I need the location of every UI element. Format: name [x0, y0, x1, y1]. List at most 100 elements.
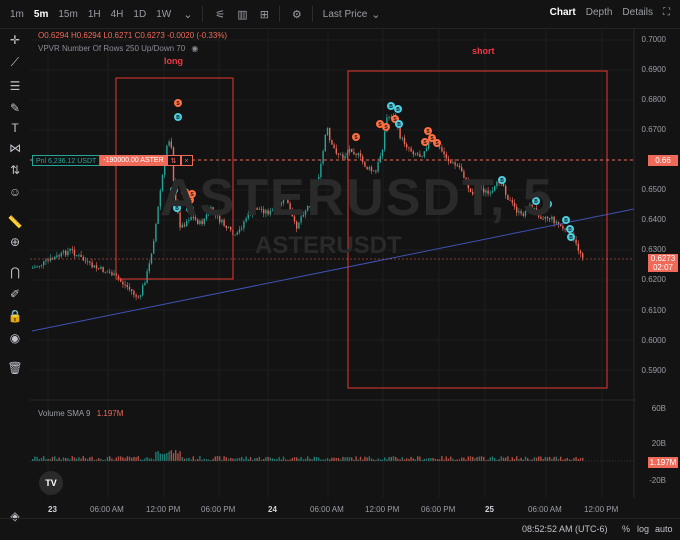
eye-icon[interactable]: ◉ [191, 44, 198, 53]
volume-bar [568, 459, 571, 461]
candle-body [241, 228, 243, 230]
lock-icon[interactable]: 🔒 [7, 308, 23, 324]
candle-body [133, 290, 135, 295]
timeframe-1m[interactable]: 1m [10, 9, 24, 20]
volume-bar [533, 457, 535, 461]
timeframe-15m[interactable]: 15m [58, 9, 77, 20]
volume-bar [403, 459, 406, 461]
symbol-watermark-sub: ASTERUSDT [255, 232, 402, 259]
tradingview-logo[interactable]: TV [39, 471, 63, 495]
volume-bar [166, 453, 168, 461]
volume-axis-label: -20B [649, 476, 666, 485]
price-chart[interactable]: SBB SSB BSSS SB BSBSSS SBB BBBB [30, 28, 636, 498]
candle-body [403, 137, 406, 145]
candle-body [56, 255, 58, 258]
volume-bar [62, 457, 65, 461]
bar-countdown: 02:07 [652, 263, 674, 272]
volume-bar [175, 450, 177, 461]
close-position-button[interactable]: × [180, 155, 193, 166]
eye-icon[interactable]: ◉ [7, 330, 23, 346]
candle-body [87, 261, 89, 263]
crosshair-icon[interactable]: ✛ [7, 32, 23, 48]
volume-bar [483, 456, 485, 461]
candle-body [399, 127, 401, 139]
chart-type-icon[interactable]: ▥ [237, 8, 247, 21]
volume-bar [300, 456, 302, 461]
horizontal-lines-icon[interactable]: ☰ [7, 78, 23, 94]
volume-bar [450, 456, 452, 461]
volume-bar [480, 456, 483, 461]
ruler-icon[interactable]: 📏 [7, 214, 23, 230]
volume-bar [507, 456, 509, 461]
timeframe-1h[interactable]: 1H [88, 9, 101, 20]
measure-icon[interactable]: ⇅ [7, 162, 23, 178]
candle-body [445, 154, 447, 159]
clock[interactable]: 08:52:52 AM (UTC-6) [522, 524, 608, 534]
reverse-button[interactable]: ⇅ [166, 155, 181, 166]
volume-bar [331, 457, 333, 461]
volume-bar [489, 457, 491, 461]
volume-bar [67, 458, 69, 461]
volume-bar [135, 457, 137, 461]
magnet-icon[interactable]: ⋂ [7, 264, 23, 280]
volume-bar [109, 456, 111, 461]
percent-toggle[interactable]: % [622, 524, 630, 534]
chevron-down-icon[interactable]: ⌄ [183, 8, 192, 21]
time-axis-label: 12:00 PM [365, 505, 400, 514]
zoom-in-icon[interactable]: ⊕ [7, 234, 23, 250]
candle-body [91, 262, 93, 268]
chevron-down-icon[interactable]: ⌄ [371, 8, 380, 21]
gear-icon[interactable]: ⚙ [292, 8, 302, 21]
emoji-icon[interactable]: ☺ [7, 184, 23, 200]
volume-bar [219, 456, 221, 461]
auto-toggle[interactable]: auto [655, 524, 673, 534]
volume-bar [397, 458, 399, 461]
vpvr-legend[interactable]: VPVR Number Of Rows 250 Up/Down 70 ◉ [38, 44, 198, 53]
candle-body [417, 153, 419, 155]
timeframe-5m[interactable]: 5m [34, 9, 48, 20]
volume-bar [208, 459, 210, 461]
trash-icon[interactable]: 🗑 [7, 360, 23, 376]
position-order-box[interactable]: Pnl 6,236.12 USDT -190000.00 ASTER ⇅ × [32, 155, 193, 166]
tab-chart[interactable]: Chart [550, 7, 576, 18]
candle-body [104, 271, 106, 273]
lock-drawing-icon[interactable]: ✐ [7, 286, 23, 302]
volume-bar [179, 451, 181, 461]
tab-details[interactable]: Details [622, 7, 653, 18]
volume-bar [216, 456, 219, 461]
order-price-tag[interactable]: 0.66 [648, 155, 678, 166]
time-axis-label: 24 [268, 505, 277, 514]
compare-icon[interactable]: ⊞ [260, 8, 269, 21]
position-qty: -190000.00 ASTER [100, 155, 167, 166]
timeframe-1d[interactable]: 1D [133, 9, 146, 20]
trend-line-icon[interactable]: ⟋ [7, 54, 23, 70]
volume-bar [168, 451, 170, 461]
volume-bar [155, 451, 157, 461]
legend-close: C0.6273 [134, 31, 165, 40]
volume-bar [414, 459, 417, 461]
volume-legend[interactable]: Volume SMA 9 1.197M [38, 409, 123, 418]
candle-body [111, 272, 113, 276]
pattern-icon[interactable]: ⋈ [7, 140, 23, 156]
indicators-icon[interactable]: ⚟ [215, 8, 225, 21]
candle-body [58, 255, 60, 257]
drawing-toolbar: ✛ ⟋ ☰ ✎ T ⋈ ⇅ ☺ 📏 ⊕ ⋂ ✐ 🔒 ◉ 🗑 ◈ [0, 28, 30, 523]
candle-body [45, 259, 47, 262]
candle-body [168, 141, 170, 146]
fullscreen-icon[interactable]: ⛶ [663, 7, 670, 18]
candle-body [439, 146, 441, 148]
volume-bar [478, 456, 480, 461]
log-toggle[interactable]: log [637, 524, 649, 534]
text-icon[interactable]: T [7, 120, 23, 136]
volume-bar [280, 459, 282, 461]
volume-bar [555, 456, 557, 461]
candle-body [62, 250, 65, 253]
timeframe-4h[interactable]: 4H [111, 9, 124, 20]
brush-icon[interactable]: ✎ [7, 100, 23, 116]
price-source-select[interactable]: Last Price [323, 9, 367, 20]
volume-bar [322, 459, 324, 461]
last-price-tag: 0.6273 02:07 [648, 254, 678, 272]
tab-depth[interactable]: Depth [586, 7, 613, 18]
timeframe-1w[interactable]: 1W [156, 9, 171, 20]
volume-bar [172, 453, 175, 461]
